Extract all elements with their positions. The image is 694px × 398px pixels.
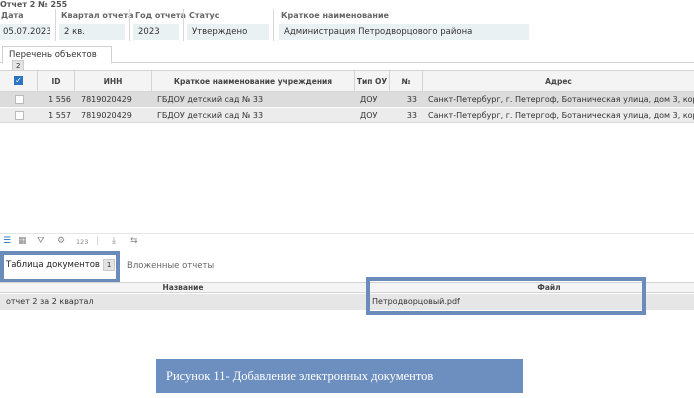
tab-label: Перечень объектов [9,50,97,60]
table-view-icon[interactable]: ▦ [18,236,27,246]
year-field[interactable]: 2023 [133,24,179,40]
row-address: Санкт-Петербург, г. Петергоф, Ботаническ… [428,95,694,104]
year-label: Год отчета [135,11,186,20]
row-name: ГБДОУ детский сад № 33 [157,95,264,104]
toolbar-divider: | [96,236,100,246]
row-num: 33 [406,95,417,104]
field-separator [273,9,274,41]
field-separator [183,9,184,41]
row-type: ДОУ [360,111,378,120]
refresh-icon[interactable]: ⇆ [130,236,138,246]
table-row[interactable]: 1 556 7819020429 ГБДОУ детский сад № 33 … [0,92,694,107]
status-label: Статус [189,11,220,20]
select-all-cell: ✓ [0,71,38,92]
status-field[interactable]: Утверждено [187,24,269,40]
col-num[interactable]: № [390,71,423,92]
objects-tab-bar: Перечень объектов2 [0,45,694,72]
row-type: ДОУ [360,95,378,104]
date-field[interactable]: 05.07.2023 [0,24,50,40]
short-name-field[interactable]: Администрация Петродворцового района [279,24,529,40]
document-name: отчет 2 за 2 квартал [6,297,94,306]
short-name-label: Краткое наименование [281,11,389,20]
select-all-checkbox[interactable]: ✓ [14,76,23,85]
tab-nested-reports[interactable]: Вложенные отчеты [127,261,214,271]
field-separator [55,9,56,41]
documents-toolbar: ☰ ▦ ⛛ ⚙ 123 | ⤓ ⇆ [0,233,694,249]
download-icon[interactable]: ⤓ [112,236,116,246]
tab-objects-list[interactable]: Перечень объектов2 [2,46,112,72]
row-address: Санкт-Петербург, г. Петергоф, Ботаническ… [428,111,694,120]
col-address[interactable]: Адрес [423,71,694,92]
row-id: 1 557 [48,111,71,120]
table-row[interactable]: 1 557 7819020429 ГБДОУ детский сад № 33 … [0,108,694,123]
numbering-icon[interactable]: 123 [76,238,88,246]
row-num: 33 [406,111,417,120]
date-label: Дата [1,11,24,20]
field-separator [129,9,130,41]
report-title: Отчет 2 № 255 [0,0,68,9]
highlight-frame [0,251,120,283]
row-name: ГБДОУ детский сад № 33 [157,111,264,120]
col-name[interactable]: Краткое наименование учреждения [152,71,355,92]
table-header: ✓ ID ИНН Краткое наименование учреждения… [0,70,694,92]
col-document-name[interactable]: Название [0,283,366,293]
row-checkbox[interactable] [15,111,24,120]
row-inn: 7819020429 [81,111,132,120]
list-view-icon[interactable]: ☰ [3,236,11,246]
highlight-frame [366,277,646,315]
filter-icon[interactable]: ⛛ [37,236,45,246]
settings-gear-icon[interactable]: ⚙ [57,236,65,246]
figure-caption: Рисунок 11- Добавление электронных докум… [156,359,523,393]
col-id[interactable]: ID [38,71,75,92]
col-type[interactable]: Тип ОУ [355,71,390,92]
quarter-field[interactable]: 2 кв. [59,24,125,40]
row-checkbox[interactable] [15,95,24,104]
row-id: 1 556 [48,95,71,104]
col-inn[interactable]: ИНН [75,71,152,92]
row-inn: 7819020429 [81,95,132,104]
quarter-label: Квартал отчета [61,11,134,20]
